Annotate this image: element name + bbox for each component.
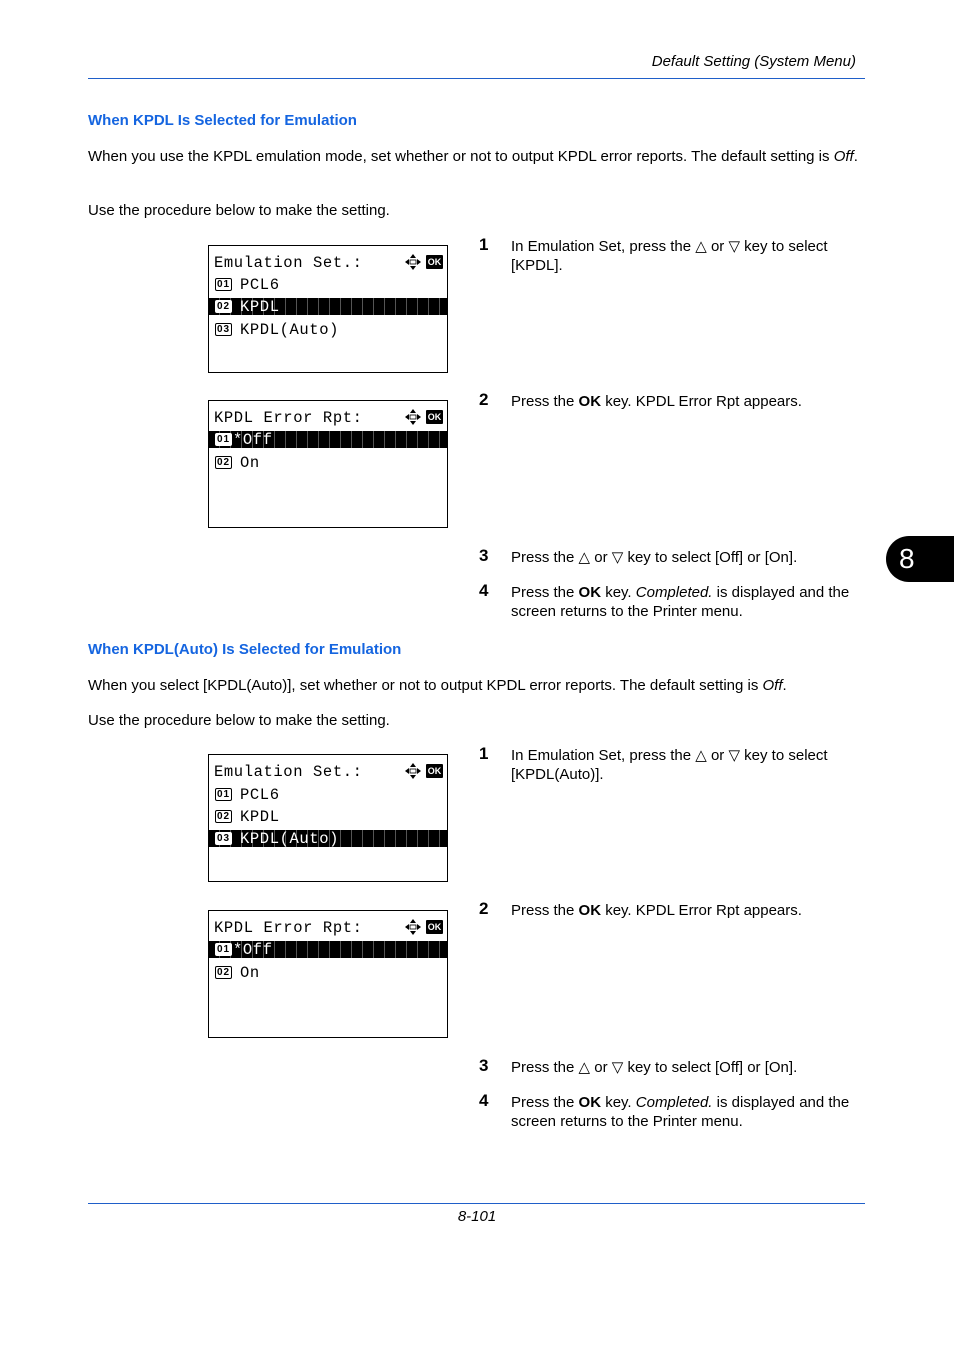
chapter-tab: 8 (886, 536, 954, 582)
option-label: KPDL(Auto) (240, 829, 340, 848)
default-value: Off (833, 148, 854, 165)
lcd-screen-kpdl-error-rpt: KPDL Error Rpt: OK 01 *Off 02 On (208, 910, 448, 1038)
lcd-title: KPDL Error Rpt: (214, 919, 363, 937)
step-text: Press the OK key. KPDL Error Rpt appears… (511, 901, 871, 920)
lcd-option-row-selected[interactable]: 02 KPDL (209, 297, 447, 316)
step-text: Press the OK key. KPDL Error Rpt appears… (511, 392, 871, 411)
lcd-icons: OK (405, 763, 443, 779)
lcd-option-row[interactable]: 02 On (209, 453, 447, 472)
section-intro: When you select [KPDL(Auto)], set whethe… (88, 676, 868, 695)
step-number: 1 (479, 744, 489, 763)
option-number: 02 (215, 300, 232, 313)
intro-text: When you select [KPDL(Auto)], set whethe… (88, 677, 763, 694)
lcd-screen-emulation-set: Emulation Set.: OK 01 PCL6 02 KPDL 03 KPDL(… (208, 245, 448, 373)
lcd-title: Emulation Set.: (214, 254, 363, 272)
option-label: KPDL(Auto) (240, 320, 340, 339)
ok-key-label: OK (578, 584, 602, 601)
section-heading: When KPDL(Auto) Is Selected for Emulatio… (88, 641, 402, 658)
lcd-option-row-selected[interactable]: 01 *Off (209, 940, 447, 959)
lcd-screen-kpdl-error-rpt: KPDL Error Rpt: OK 01 *Off 02 On (208, 400, 448, 528)
step-text: Press the OK key. Completed. is displaye… (511, 583, 871, 621)
lcd-option-row[interactable]: 01 PCL6 (209, 785, 447, 804)
ok-key-icon: OK (426, 920, 443, 934)
step-number: 4 (479, 581, 489, 600)
step-number: 2 (479, 899, 489, 918)
navigation-arrows-icon (405, 254, 421, 270)
navigation-arrows-icon (405, 763, 421, 779)
lcd-title: Emulation Set.: (214, 763, 363, 781)
intro-end: . (782, 677, 787, 694)
lcd-option-row[interactable]: 02 KPDL (209, 807, 447, 826)
step-number: 2 (479, 390, 489, 409)
option-number: 03 (215, 323, 232, 336)
step-number: 3 (479, 546, 489, 565)
navigation-arrows-icon (405, 919, 421, 935)
option-number: 02 (215, 810, 232, 823)
option-label: PCL6 (240, 785, 280, 804)
ok-key-icon: OK (426, 764, 443, 778)
running-header: Default Setting (System Menu) (651, 53, 856, 70)
step-number: 3 (479, 1056, 489, 1075)
step-text-part: key. (601, 1094, 636, 1111)
option-number: 03 (215, 832, 232, 845)
option-number: 02 (215, 456, 232, 469)
section-intro: When you use the KPDL emulation mode, se… (88, 147, 868, 166)
step-number: 4 (479, 1091, 489, 1110)
lcd-option-row[interactable]: 01 PCL6 (209, 275, 447, 294)
step-text-part: key. (601, 584, 636, 601)
section-heading: When KPDL Is Selected for Emulation (88, 112, 357, 129)
option-label: On (240, 453, 260, 472)
lcd-option-row-selected[interactable]: 01 *Off (209, 430, 447, 449)
completed-message: Completed. (635, 584, 713, 601)
ok-key-label: OK (578, 393, 602, 410)
option-label: KPDL (240, 807, 280, 826)
option-label: PCL6 (240, 275, 280, 294)
lcd-option-row-selected[interactable]: 03 KPDL(Auto) (209, 829, 447, 848)
ok-key-label: OK (578, 902, 602, 919)
step-text-part: key. KPDL Error Rpt appears. (601, 902, 802, 919)
step-text-part: Press the (511, 1094, 579, 1111)
step-text-part: key. KPDL Error Rpt appears. (601, 393, 802, 410)
ok-key-label: OK (578, 1094, 602, 1111)
step-text-part: Press the (511, 902, 579, 919)
step-text: Press the OK key. Completed. is displaye… (511, 1093, 871, 1131)
option-number: 01 (215, 788, 232, 801)
chapter-number: 8 (899, 543, 915, 574)
footer-rule (88, 1203, 865, 1204)
lcd-icons: OK (405, 919, 443, 935)
ok-key-icon: OK (426, 410, 443, 424)
navigation-arrows-icon (405, 409, 421, 425)
option-label: *Off (233, 940, 273, 959)
option-label: On (240, 963, 260, 982)
header-rule (88, 78, 865, 79)
step-text: In Emulation Set, press the △ or ▽ key t… (511, 747, 828, 783)
step-number: 1 (479, 235, 489, 254)
intro-end: . (853, 148, 858, 165)
lcd-option-row[interactable]: 02 On (209, 963, 447, 982)
step-text: Press the △ or ▽ key to select [Off] or … (511, 549, 798, 566)
intro-text: When you use the KPDL emulation mode, se… (88, 148, 834, 165)
default-value: Off (762, 677, 783, 694)
step-text: Press the △ or ▽ key to select [Off] or … (511, 1059, 798, 1076)
step-text-part: Press the (511, 393, 579, 410)
option-number: 01 (215, 943, 232, 956)
option-number: 01 (215, 433, 232, 446)
completed-message: Completed. (635, 1094, 713, 1111)
step-text: In Emulation Set, press the △ or ▽ key t… (511, 238, 828, 274)
option-label: *Off (233, 430, 273, 449)
procedure-note: Use the procedure below to make the sett… (88, 202, 390, 219)
option-number: 01 (215, 278, 232, 291)
page-number: 8-101 (457, 1208, 497, 1225)
ok-key-icon: OK (426, 255, 443, 269)
option-number: 02 (215, 966, 232, 979)
step-text-part: Press the (511, 584, 579, 601)
lcd-icons: OK (405, 254, 443, 270)
lcd-icons: OK (405, 409, 443, 425)
lcd-option-row[interactable]: 03 KPDL(Auto) (209, 320, 447, 339)
lcd-title: KPDL Error Rpt: (214, 409, 363, 427)
procedure-note: Use the procedure below to make the sett… (88, 712, 390, 729)
option-label: KPDL (240, 297, 280, 316)
lcd-screen-emulation-set: Emulation Set.: OK 01 PCL6 02 KPDL 03 KPDL(… (208, 754, 448, 882)
